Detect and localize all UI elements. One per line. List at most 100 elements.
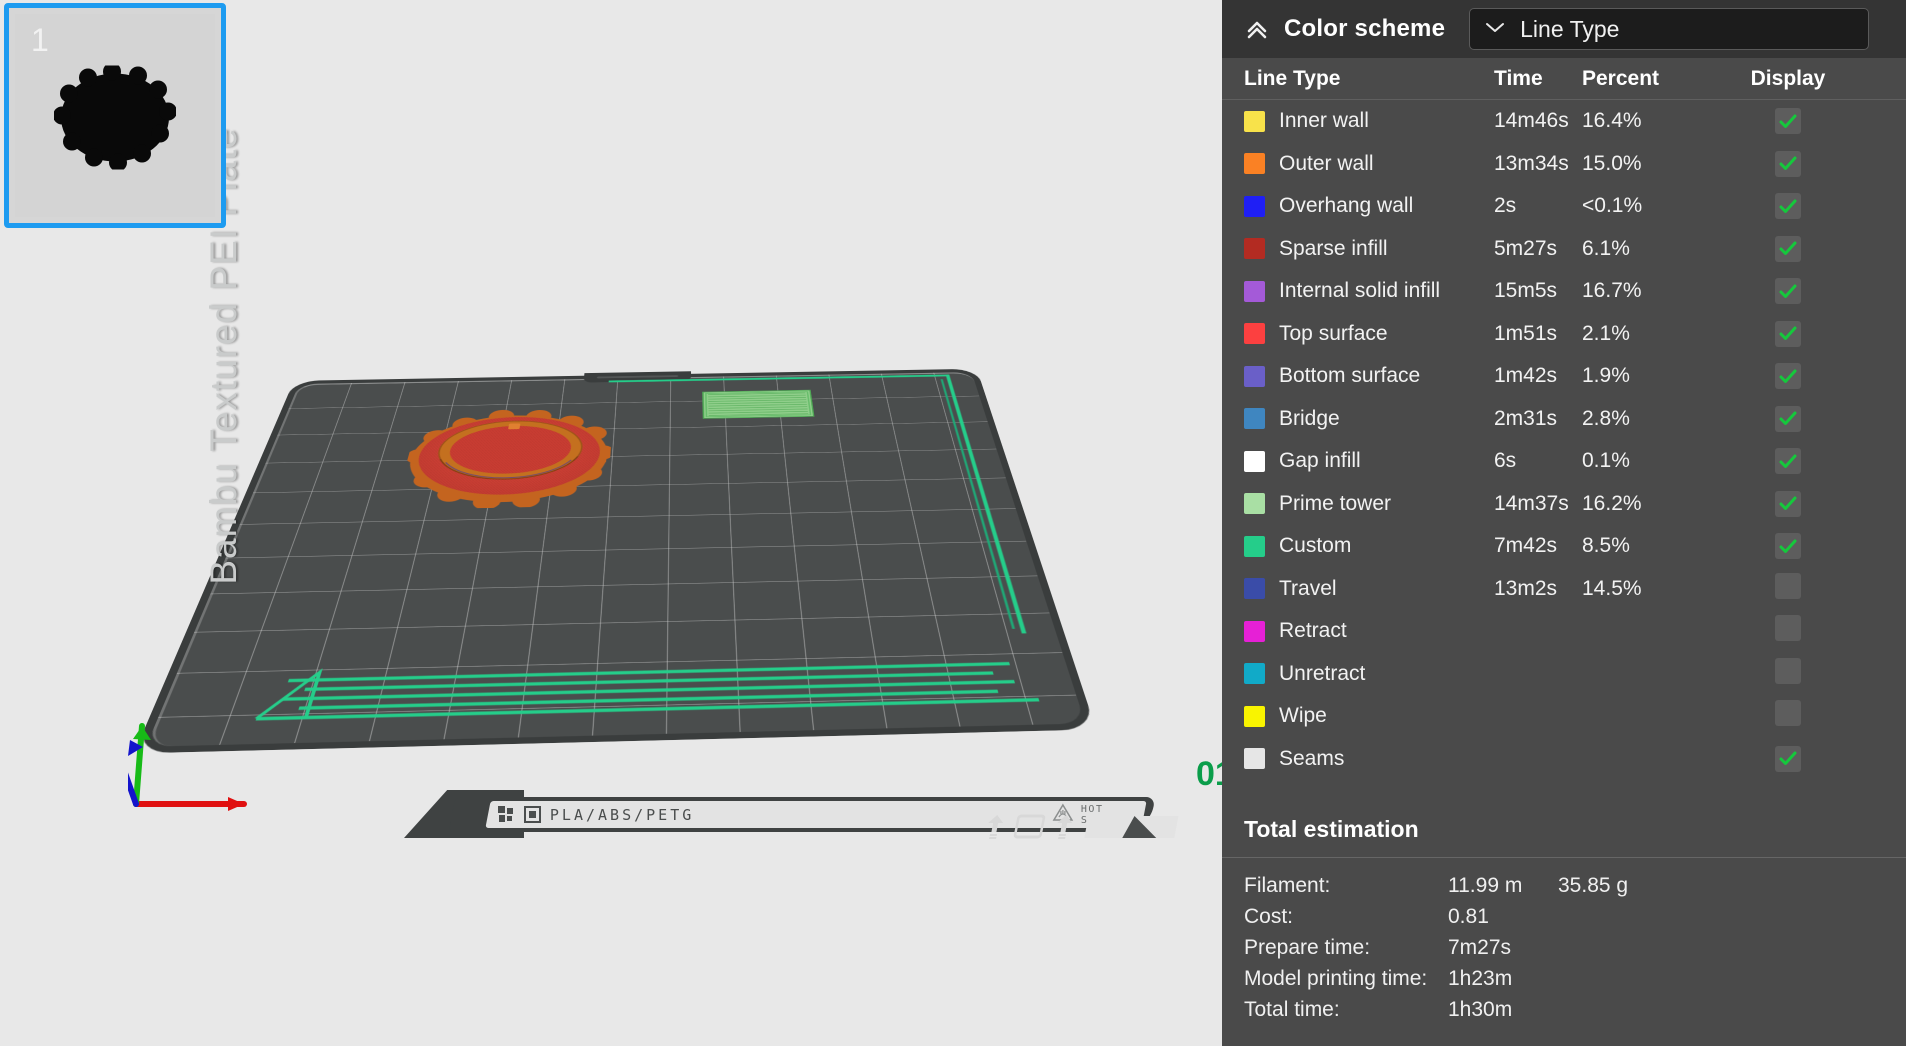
plate-square-icon	[1012, 814, 1046, 844]
panel-title: Color scheme	[1284, 15, 1446, 42]
line-type-label: Prime tower	[1279, 491, 1392, 515]
line-type-label: Overhang wall	[1279, 194, 1414, 218]
table-row[interactable]: Retract	[1222, 610, 1906, 653]
total-value: 7m27s	[1448, 935, 1512, 959]
display-checkbox[interactable]	[1775, 405, 1801, 432]
color-swatch	[1244, 280, 1265, 302]
display-checkbox[interactable]	[1775, 572, 1801, 599]
axis-gizmo	[111, 712, 258, 812]
color-scheme-panel: Color scheme Line Type Line Type Time Pe…	[1222, 0, 1906, 1046]
line-type-label: Gap infill	[1279, 449, 1361, 473]
total-key: Prepare time:	[1244, 935, 1371, 959]
total-row: Prepare time: 7m27s	[1222, 932, 1906, 963]
total-key: Total time:	[1244, 997, 1340, 1021]
table-row[interactable]: Internal solid infill 15m5s 16.7%	[1222, 270, 1906, 313]
line-type-time: 7m42s	[1494, 534, 1558, 558]
sliced-model[interactable]	[393, 407, 615, 510]
line-type-percent: 2.8%	[1582, 406, 1630, 430]
table-row[interactable]: Inner wall 14m46s 16.4%	[1222, 100, 1906, 143]
table-row[interactable]: Travel 13m2s 14.5%	[1222, 568, 1906, 611]
color-scheme-value: Line Type	[1520, 15, 1620, 42]
color-swatch	[1244, 663, 1265, 685]
line-type-label: Outer wall	[1279, 151, 1374, 175]
color-swatch	[1244, 110, 1265, 132]
plate-number-badge: 01	[1196, 755, 1222, 793]
column-time: Time	[1494, 66, 1543, 90]
display-checkbox[interactable]	[1775, 320, 1801, 347]
model-inner-wall	[431, 419, 585, 481]
table-row[interactable]: Unretract	[1222, 653, 1906, 696]
total-value: 1h23m	[1448, 966, 1513, 990]
plate-body	[145, 372, 1086, 747]
line-type-time: 2m31s	[1494, 406, 1558, 430]
table-row[interactable]: Bridge 2m31s 2.8%	[1222, 398, 1906, 441]
display-checkbox[interactable]	[1775, 615, 1801, 642]
table-row[interactable]: Top surface 1m51s 2.1%	[1222, 313, 1906, 356]
color-swatch	[1244, 748, 1265, 770]
legend-table-header: Line Type Time Percent Display	[1222, 58, 1906, 100]
nozzle-up-icon-2	[1051, 814, 1076, 845]
color-swatch	[1244, 620, 1265, 642]
plate-bezel-icons	[982, 812, 1179, 846]
display-checkbox[interactable]	[1775, 700, 1801, 727]
column-display: Display	[1750, 66, 1826, 90]
line-type-percent: <0.1%	[1582, 194, 1643, 218]
line-type-percent: 0.1%	[1582, 449, 1630, 473]
color-swatch	[1244, 153, 1265, 175]
build-plate[interactable]	[145, 372, 1086, 747]
plate-thumbnail-card[interactable]: 1	[4, 3, 226, 228]
line-type-time: 5m27s	[1494, 236, 1558, 260]
line-type-time: 14m46s	[1494, 109, 1569, 133]
display-checkbox[interactable]	[1775, 193, 1801, 219]
color-swatch	[1244, 535, 1265, 557]
display-checkbox[interactable]	[1775, 533, 1801, 559]
line-type-time: 13m34s	[1494, 151, 1569, 175]
thumbnail-plate-index: 1	[31, 22, 49, 58]
plate-grid	[145, 372, 1086, 747]
table-row[interactable]: Seams	[1222, 738, 1906, 781]
table-row[interactable]: Prime tower 14m37s 16.2%	[1222, 483, 1906, 526]
color-swatch	[1244, 578, 1265, 600]
line-type-percent: 16.2%	[1582, 491, 1642, 515]
table-row[interactable]: Wipe	[1222, 695, 1906, 738]
line-type-label: Internal solid infill	[1279, 279, 1441, 303]
display-checkbox[interactable]	[1775, 150, 1801, 177]
display-checkbox[interactable]	[1775, 448, 1801, 474]
display-checkbox[interactable]	[1775, 363, 1801, 389]
display-checkbox[interactable]	[1775, 278, 1801, 304]
chevron-up-double-icon[interactable]	[1244, 16, 1270, 42]
plate-materials-label: PLA/ABS/PETG	[550, 805, 695, 824]
line-type-label: Top surface	[1279, 321, 1388, 345]
table-row[interactable]: Bottom surface 1m42s 1.9%	[1222, 355, 1906, 398]
total-row: Total time: 1h30m	[1222, 994, 1906, 1025]
display-checkbox[interactable]	[1775, 108, 1801, 134]
line-type-label: Sparse infill	[1279, 236, 1388, 260]
line-type-time: 13m2s	[1494, 576, 1558, 600]
line-type-percent: 14.5%	[1582, 576, 1642, 600]
model-outer-wall	[398, 409, 615, 510]
display-checkbox[interactable]	[1775, 235, 1801, 262]
color-scheme-select[interactable]: Line Type	[1469, 8, 1870, 50]
line-type-percent: 1.9%	[1582, 364, 1630, 388]
table-row[interactable]: Sparse infill 5m27s 6.1%	[1222, 228, 1906, 271]
total-value: 0.81	[1448, 904, 1489, 928]
line-type-percent: 15.0%	[1582, 151, 1642, 175]
line-type-time: 6s	[1494, 449, 1517, 473]
table-row[interactable]: Gap infill 6s 0.1%	[1222, 440, 1906, 483]
line-type-label: Inner wall	[1279, 109, 1369, 133]
build-plate-group: Bambu Textured PEI Plate	[145, 35, 1090, 795]
model-top-surface	[408, 415, 603, 497]
line-type-time: 14m37s	[1494, 491, 1569, 515]
total-row: Cost: 0.81	[1222, 901, 1906, 932]
total-value: 11.99 m	[1448, 873, 1523, 897]
display-checkbox[interactable]	[1775, 657, 1801, 684]
display-checkbox[interactable]	[1775, 745, 1801, 772]
chevron-down-icon	[1484, 20, 1506, 39]
table-row[interactable]: Outer wall 13m34s 15.0%	[1222, 143, 1906, 186]
display-checkbox[interactable]	[1775, 490, 1801, 517]
line-type-label: Wipe	[1279, 704, 1327, 728]
skirt-outline	[587, 375, 1024, 643]
legend-rows: Inner wall 14m46s 16.4% Outer wall 13m34s 15.…	[1222, 100, 1906, 780]
table-row[interactable]: Custom 7m42s 8.5%	[1222, 525, 1906, 568]
table-row[interactable]: Overhang wall 2s <0.1%	[1222, 185, 1906, 228]
